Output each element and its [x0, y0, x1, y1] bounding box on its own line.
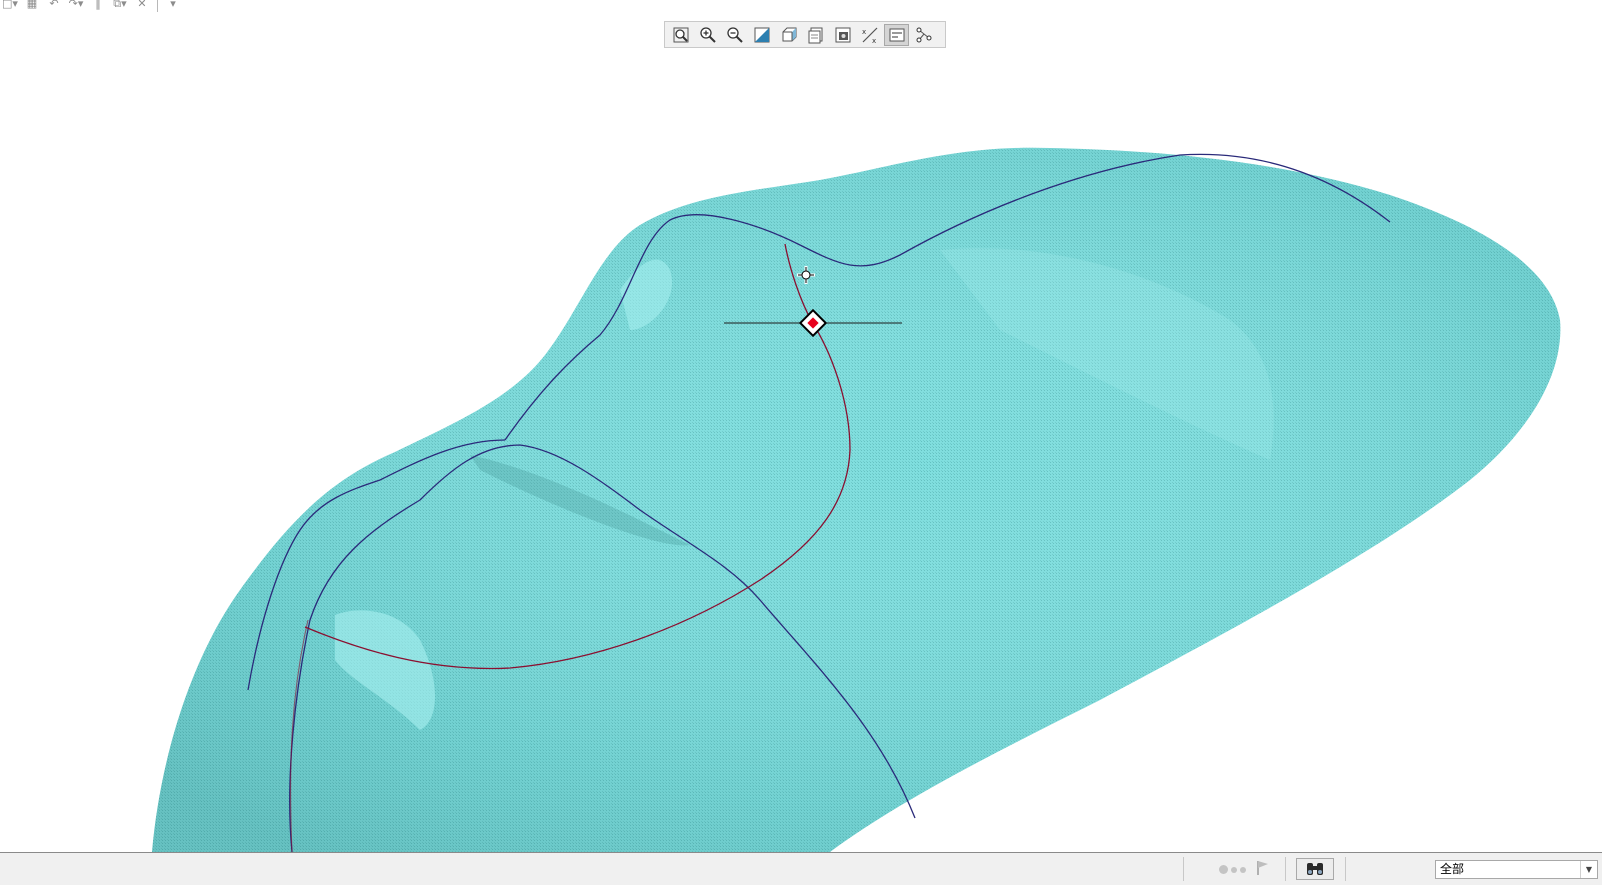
- status-bar: 全部 ▼: [0, 852, 1602, 885]
- selection-filter-value: 全部: [1440, 862, 1465, 876]
- repaint-icon[interactable]: [749, 24, 774, 46]
- model-canvas[interactable]: [0, 0, 1602, 852]
- zoom-in-icon[interactable]: [695, 24, 720, 46]
- statusbar-separator: [1285, 857, 1286, 881]
- saved-views-icon[interactable]: [803, 24, 828, 46]
- new-file-icon[interactable]: □▾: [0, 0, 20, 10]
- redo-icon[interactable]: ↷▾: [66, 0, 86, 10]
- quick-access-toolbar: □▾ ▦ ↶ ↷▾ ‖ ⧉▾ ✕ ▾: [0, 0, 230, 12]
- display-style-icon[interactable]: [830, 24, 855, 46]
- view-toolbar: xx: [664, 21, 946, 48]
- progress-dots: [1219, 865, 1246, 874]
- annotation-display-icon[interactable]: [884, 23, 909, 46]
- svg-text:x: x: [862, 28, 866, 36]
- selection-filter-dropdown[interactable]: 全部 ▼: [1435, 860, 1598, 879]
- toolbar-separator: [157, 0, 158, 12]
- flag-icon[interactable]: [1256, 860, 1270, 880]
- datum-display-icon[interactable]: xx: [857, 24, 882, 46]
- spin-center-icon[interactable]: [911, 24, 936, 46]
- close-icon[interactable]: ✕: [132, 0, 152, 10]
- undo-icon[interactable]: ↶: [44, 0, 64, 10]
- binoculars-icon: [1307, 863, 1323, 875]
- save-icon[interactable]: ▦: [22, 0, 42, 10]
- app-window: □▾ ▦ ↶ ↷▾ ‖ ⧉▾ ✕ ▾ xx 全部 ▼: [0, 0, 1602, 885]
- zoom-fit-icon[interactable]: [668, 24, 693, 46]
- graphics-viewport[interactable]: [0, 0, 1602, 852]
- statusbar-separator: [1345, 857, 1346, 881]
- windows-icon[interactable]: ⧉▾: [110, 0, 130, 10]
- regenerate-icon[interactable]: ‖: [88, 0, 108, 10]
- reorient-icon[interactable]: [776, 24, 801, 46]
- find-button[interactable]: [1296, 858, 1334, 880]
- chevron-down-icon[interactable]: ▼: [1580, 861, 1597, 878]
- svg-text:x: x: [872, 37, 876, 44]
- statusbar-separator: [1183, 857, 1184, 881]
- zoom-out-icon[interactable]: [722, 24, 747, 46]
- customize-dropdown-icon[interactable]: ▾: [163, 0, 183, 10]
